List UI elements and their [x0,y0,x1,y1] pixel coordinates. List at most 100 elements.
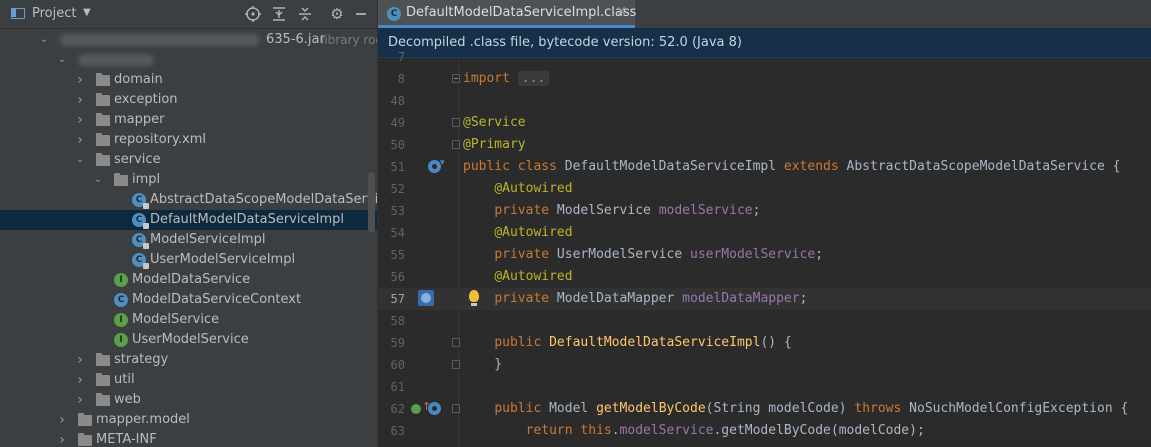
folder-icon [114,173,128,186]
tree-item[interactable]: › exception [0,90,377,110]
code-line[interactable]: 59 public DefaultModelDataServiceImpl() … [378,332,1151,354]
tree-item[interactable]: C DefaultModelDataServiceImpl [0,210,377,230]
fold-marker-icon[interactable] [452,360,460,369]
chevron-down-icon[interactable]: ⌄ [56,50,68,70]
line-number: 50 [390,138,405,152]
chevron-right-icon[interactable]: › [74,350,86,370]
line-number: 52 [390,182,405,196]
tree-item[interactable]: ⌄ impl [0,170,377,190]
line-number: 59 [390,336,405,350]
tree-scrollbar[interactable] [368,172,375,232]
code-line[interactable]: 61 [378,376,1151,398]
tree-item[interactable]: C ModelServiceImpl [0,230,377,250]
fold-marker-icon[interactable] [452,118,460,127]
code-line[interactable]: 52 @Autowired [378,178,1151,200]
code-text: @Primary [463,137,526,152]
tree-item[interactable]: ⌄ 635-6.jar library roo [0,30,377,50]
chevron-down-icon[interactable]: ⌄ [74,150,86,170]
chevron-down-icon[interactable]: ▼ [83,7,91,18]
chevron-down-icon[interactable]: ⌄ [38,30,50,50]
code-text: public DefaultModelDataServiceImpl() { [494,335,792,350]
tree-item[interactable]: I ModelService [0,310,377,330]
tree-item-label: domain [114,72,163,87]
chevron-right-icon[interactable]: › [56,410,68,430]
tree-item[interactable]: › strategy [0,350,377,370]
implemented-icon[interactable] [428,402,441,415]
tree-item[interactable]: C UserModelServiceImpl [0,250,377,270]
chevron-down-icon[interactable]: ⌄ [92,170,104,190]
tree-item[interactable]: › domain [0,70,377,90]
chevron-right-icon[interactable]: › [56,430,68,447]
close-icon[interactable]: × [616,4,627,19]
code-line[interactable]: 54 @Autowired [378,222,1151,244]
line-number: 57 [390,292,405,306]
bean-icon[interactable] [418,290,434,306]
code-line[interactable]: 62 ↑ public Model getModelByCode(String m… [378,398,1151,420]
class-icon: C [132,213,149,229]
chevron-right-icon[interactable]: › [74,130,86,150]
code-line[interactable]: 50 @Primary [378,134,1151,156]
line-number: 61 [390,380,405,394]
tree-item-label: ModelDataServiceContext [132,292,302,307]
code-line[interactable]: 7 [378,46,1151,68]
tree-item[interactable]: › repository.xml [0,130,377,150]
project-panel: Project ▼ ⚙ ⌄ 635-6.jar library roo ⌄ › domai… [0,0,378,447]
tree-item[interactable]: ⌄ [0,50,377,70]
dropdown-icon[interactable]: ▾ [440,159,453,172]
tree-item[interactable]: › META-INF [0,430,377,447]
code-line[interactable]: 55 private UserModelService userModelSer… [378,244,1151,266]
code-text: return this.modelService.getModelByCode(… [525,423,925,438]
tree-item[interactable]: › mapper.model [0,410,377,430]
fold-marker-icon[interactable] [452,74,460,83]
tree-item[interactable]: ⌄ service [0,150,377,170]
code-line[interactable]: 49 @Service [378,112,1151,134]
project-panel-title[interactable]: Project [32,6,76,21]
chevron-right-icon[interactable]: › [74,370,86,390]
code-line[interactable]: 8 import ... [378,68,1151,90]
fold-marker-icon[interactable] [452,338,460,347]
chevron-right-icon[interactable]: › [74,110,86,130]
code-area[interactable]: 7 8 import ... 48 49 @Service 50 @Primary 51 ▾ pub… [378,50,1151,447]
chevron-right-icon[interactable]: › [74,70,86,90]
code-line[interactable]: 58 [378,310,1151,332]
line-number: 51 [390,160,405,174]
minimize-icon[interactable] [352,5,370,23]
tree-item[interactable]: I UserModelService [0,330,377,350]
tree-item[interactable]: › mapper [0,110,377,130]
chevron-right-icon[interactable]: › [74,90,86,110]
tree-item-label: mapper [114,112,165,127]
class-icon: C [132,193,149,209]
tree-item[interactable]: C AbstractDataScopeModelDataService [0,190,377,210]
folder-icon [96,113,110,126]
fold-marker-icon[interactable] [452,404,460,413]
locate-file-icon[interactable] [244,5,262,23]
overrides-icon[interactable] [411,404,421,414]
code-line[interactable]: 51 ▾ public class DefaultModelDataServiceI… [378,156,1151,178]
editor-tab-active[interactable]: C DefaultModelDataServiceImpl.class × [378,0,636,28]
code-line[interactable]: 60 } [378,354,1151,376]
collapse-all-icon[interactable] [296,5,314,23]
tree-item[interactable]: › util [0,370,377,390]
code-text: @Autowired [494,225,573,240]
code-line[interactable]: 63 return this.modelService.getModelByCo… [378,420,1151,442]
class-icon: C [387,7,401,21]
editor-tab-bar: C DefaultModelDataServiceImpl.class × [378,0,1151,29]
code-line[interactable]: 56 @Autowired [378,266,1151,288]
chevron-right-icon[interactable]: › [74,390,86,410]
expand-all-icon[interactable] [270,5,288,23]
line-number: 53 [390,204,405,218]
tree-item-label: impl [132,172,161,187]
code-line[interactable]: 53 private ModelService modelService; [378,200,1151,222]
tree-item[interactable]: C ModelDataServiceContext [0,290,377,310]
project-view-icon [11,8,25,19]
tree-item[interactable]: I ModelDataService [0,270,377,290]
code-line[interactable]: 57 private ModelDataMapper modelDataMapp… [378,288,1151,310]
fold-marker-icon[interactable] [452,140,460,149]
gear-icon[interactable]: ⚙ [328,5,346,23]
code-text: private UserModelService userModelServic… [494,247,824,262]
tree-item-label: AbstractDataScopeModelDataService [150,192,378,207]
code-line[interactable]: 48 [378,90,1151,112]
tree-item-label: UserModelServiceImpl [150,252,296,267]
line-number: 7 [397,50,405,64]
tree-item[interactable]: › web [0,390,377,410]
